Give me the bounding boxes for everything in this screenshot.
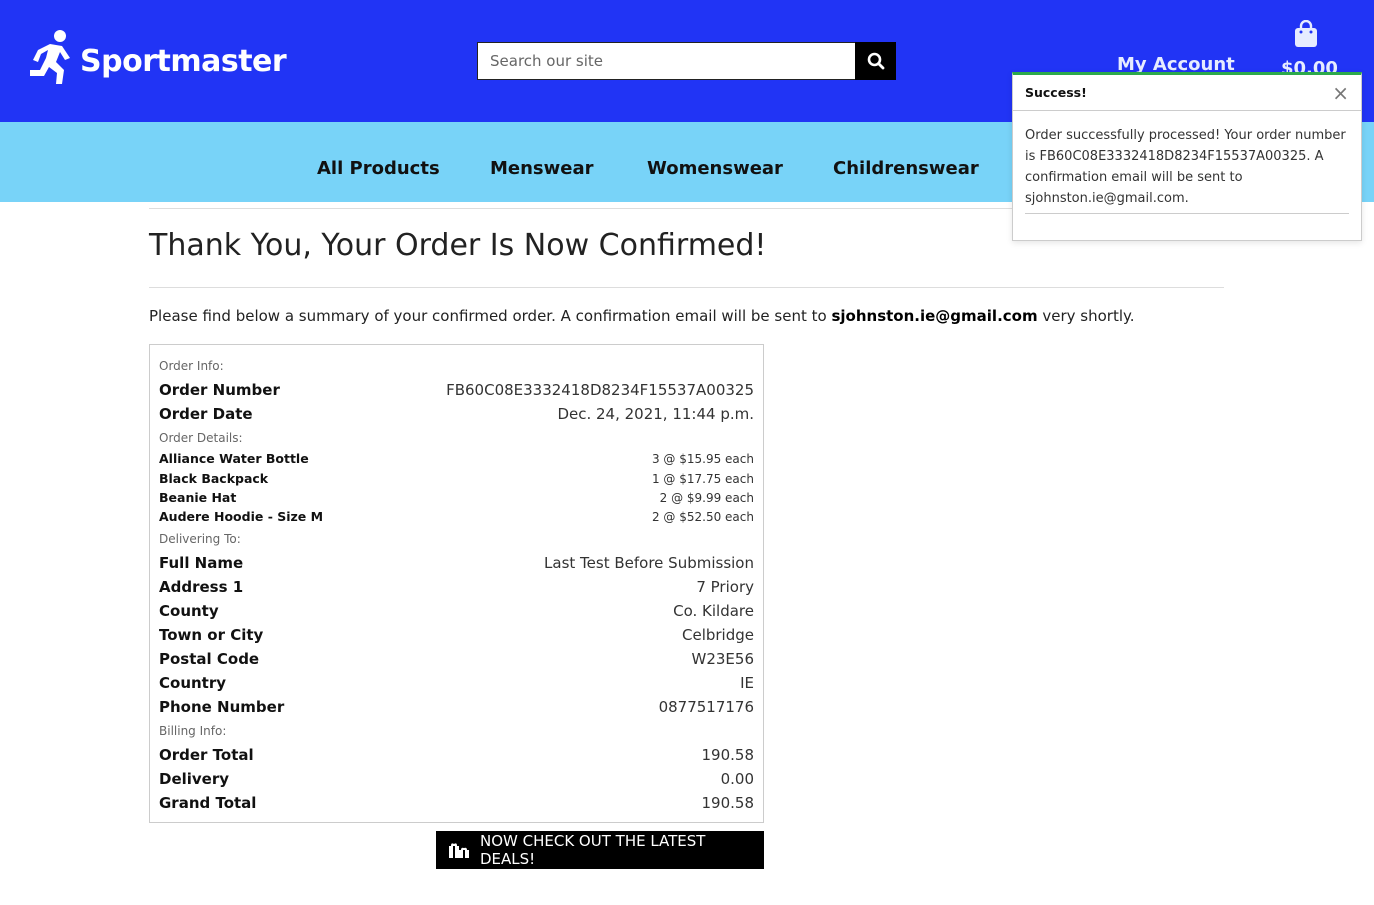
delivery-row-country: Country IE xyxy=(159,674,754,692)
shopping-bag-icon xyxy=(1295,19,1317,47)
delivery-row-full-name: Full Name Last Test Before Submission xyxy=(159,554,754,572)
runner-icon xyxy=(30,30,70,84)
order-intro: Please find below a summary of your conf… xyxy=(149,307,1135,325)
order-item-row: Audere Hoodie - Size M 2 @ $52.50 each xyxy=(159,509,754,524)
item-qty: 2 @ $52.50 each xyxy=(651,509,754,524)
nav-childrenswear[interactable]: Childrenswear xyxy=(833,158,979,179)
order-item-row: Beanie Hat 2 @ $9.99 each xyxy=(159,490,754,505)
gifts-icon xyxy=(448,841,470,859)
field-value: 190.58 xyxy=(701,746,755,764)
divider xyxy=(149,287,1224,288)
search-icon xyxy=(867,52,884,70)
item-name: Alliance Water Bottle xyxy=(159,451,309,466)
order-number-label: Order Number xyxy=(159,381,280,399)
divider xyxy=(1025,213,1349,214)
search-input[interactable] xyxy=(477,42,855,80)
billing-row-delivery: Delivery 0.00 xyxy=(159,770,754,788)
order-item-row: Alliance Water Bottle 3 @ $15.95 each xyxy=(159,451,754,466)
billing-row-order-total: Order Total 190.58 xyxy=(159,746,754,764)
order-item-row: Black Backpack 1 @ $17.75 each xyxy=(159,471,754,486)
field-label: County xyxy=(159,602,219,620)
delivery-row-county: County Co. Kildare xyxy=(159,602,754,620)
intro-text-end: very shortly. xyxy=(1037,307,1135,325)
field-value: 7 Priory xyxy=(696,578,754,596)
latest-deals-label: NOW CHECK OUT THE LATEST DEALS! xyxy=(480,832,706,868)
order-date-value: Dec. 24, 2021, 11:44 p.m. xyxy=(557,405,754,423)
toast-message: Order successfully processed! Your order… xyxy=(1025,128,1346,206)
item-name: Beanie Hat xyxy=(159,490,237,505)
field-value: W23E56 xyxy=(691,650,754,668)
item-qty: 2 @ $9.99 each xyxy=(659,490,754,505)
order-number-row: Order Number FB60C08E3332418D8234F15537A… xyxy=(159,381,754,399)
field-value: 190.58 xyxy=(701,794,755,812)
delivery-row-town: Town or City Celbridge xyxy=(159,626,754,644)
intro-text: Please find below a summary of your conf… xyxy=(149,307,832,325)
order-summary: Order Info: Order Number FB60C08E3332418… xyxy=(149,344,764,823)
field-value: Celbridge xyxy=(682,626,754,644)
search-button[interactable] xyxy=(855,42,896,80)
nav-menswear[interactable]: Menswear xyxy=(490,158,594,179)
item-name: Audere Hoodie - Size M xyxy=(159,509,324,524)
field-label: Phone Number xyxy=(159,698,285,716)
nav-all-products[interactable]: All Products xyxy=(317,158,440,179)
order-date-row: Order Date Dec. 24, 2021, 11:44 p.m. xyxy=(159,405,754,423)
item-name: Black Backpack xyxy=(159,471,269,486)
field-label: Grand Total xyxy=(159,794,257,812)
brand-logo[interactable]: Sportmaster xyxy=(26,28,287,88)
toast-header: Success! × xyxy=(1013,75,1361,111)
search-bar xyxy=(477,42,896,80)
item-qty: 3 @ $15.95 each xyxy=(651,451,754,466)
field-label: Order Total xyxy=(159,746,254,764)
billing-row-grand-total: Grand Total 190.58 xyxy=(159,794,754,812)
order-number-value: FB60C08E3332418D8234F15537A00325 xyxy=(446,381,754,399)
intro-email: sjohnston.ie@gmail.com xyxy=(831,307,1038,325)
section-heading-delivery: Delivering To: xyxy=(159,532,241,546)
toast-title: Success! xyxy=(1025,85,1087,100)
field-value: Last Test Before Submission xyxy=(544,554,754,572)
field-label: Town or City xyxy=(159,626,264,644)
section-heading-order-details: Order Details: xyxy=(159,431,243,445)
field-label: Country xyxy=(159,674,227,692)
nav-womenswear[interactable]: Womenswear xyxy=(647,158,783,179)
delivery-row-postal-code: Postal Code W23E56 xyxy=(159,650,754,668)
section-heading-order-info: Order Info: xyxy=(159,359,224,373)
brand-name: Sportmaster xyxy=(80,43,287,79)
field-value: Co. Kildare xyxy=(673,602,754,620)
section-heading-billing: Billing Info: xyxy=(159,724,227,738)
field-value: IE xyxy=(740,674,754,692)
close-icon[interactable]: × xyxy=(1332,83,1349,103)
cart-link[interactable]: $0.00 xyxy=(1281,19,1338,79)
page-title: Thank You, Your Order Is Now Confirmed! xyxy=(149,228,767,263)
item-qty: 1 @ $17.75 each xyxy=(651,471,754,486)
field-label: Address 1 xyxy=(159,578,244,596)
field-label: Full Name xyxy=(159,554,244,572)
order-date-label: Order Date xyxy=(159,405,253,423)
delivery-row-phone: Phone Number 0877517176 xyxy=(159,698,754,716)
success-toast: Success! × Order successfully processed!… xyxy=(1012,72,1362,241)
delivery-row-address: Address 1 7 Priory xyxy=(159,578,754,596)
field-value: 0.00 xyxy=(720,770,754,788)
field-label: Postal Code xyxy=(159,650,260,668)
field-value: 0877517176 xyxy=(658,698,754,716)
latest-deals-button[interactable]: NOW CHECK OUT THE LATEST DEALS! xyxy=(436,831,764,869)
field-label: Delivery xyxy=(159,770,230,788)
